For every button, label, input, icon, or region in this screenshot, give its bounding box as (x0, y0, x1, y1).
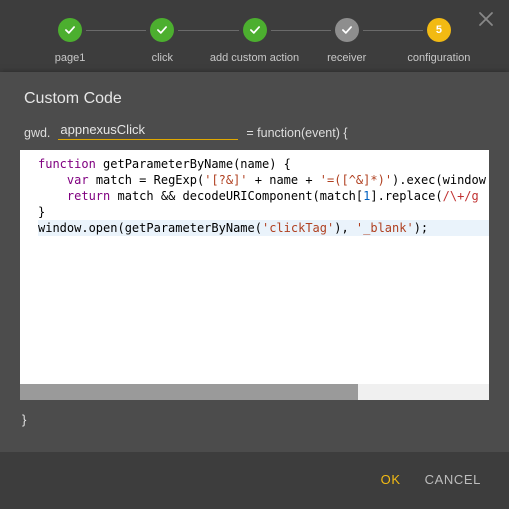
step-label: add custom action (210, 52, 299, 64)
check-icon (335, 18, 359, 42)
step-click[interactable]: click (116, 18, 208, 64)
fn-closing-brace: } (0, 400, 509, 427)
check-icon (58, 18, 82, 42)
stepper: page1 click add custom action receiver 5 (0, 0, 509, 72)
step-label: page1 (55, 52, 86, 64)
editor-scroll-thumb[interactable] (20, 384, 358, 400)
fn-name-field-wrap (58, 122, 238, 140)
step-label: configuration (407, 52, 470, 64)
ok-button[interactable]: OK (381, 472, 401, 487)
fn-suffix: = function(event) { (246, 126, 347, 140)
panel-title: Custom Code (0, 72, 509, 122)
step-receiver[interactable]: receiver (301, 18, 393, 64)
step-page1[interactable]: page1 (24, 18, 116, 64)
code-editor[interactable]: function getParameterByName(name) { var … (20, 150, 489, 400)
custom-code-dialog: page1 click add custom action receiver 5 (0, 0, 509, 509)
fn-name-input[interactable] (60, 122, 236, 137)
editor-horizontal-scrollbar[interactable] (20, 384, 489, 400)
check-icon (150, 18, 174, 42)
step-number: 5 (427, 18, 451, 42)
step-label: receiver (327, 52, 366, 64)
custom-code-panel: Custom Code gwd. = function(event) { fun… (0, 72, 509, 509)
fn-prefix: gwd. (24, 126, 50, 140)
dialog-actions: OK CANCEL (0, 452, 509, 509)
step-configuration[interactable]: 5 configuration (393, 18, 485, 64)
code-content: function getParameterByName(name) { var … (20, 150, 489, 236)
cancel-button[interactable]: CANCEL (425, 472, 481, 487)
step-label: click (152, 52, 173, 64)
check-icon (243, 18, 267, 42)
function-signature-row: gwd. = function(event) { (0, 122, 509, 150)
step-add-custom-action[interactable]: add custom action (208, 18, 300, 64)
